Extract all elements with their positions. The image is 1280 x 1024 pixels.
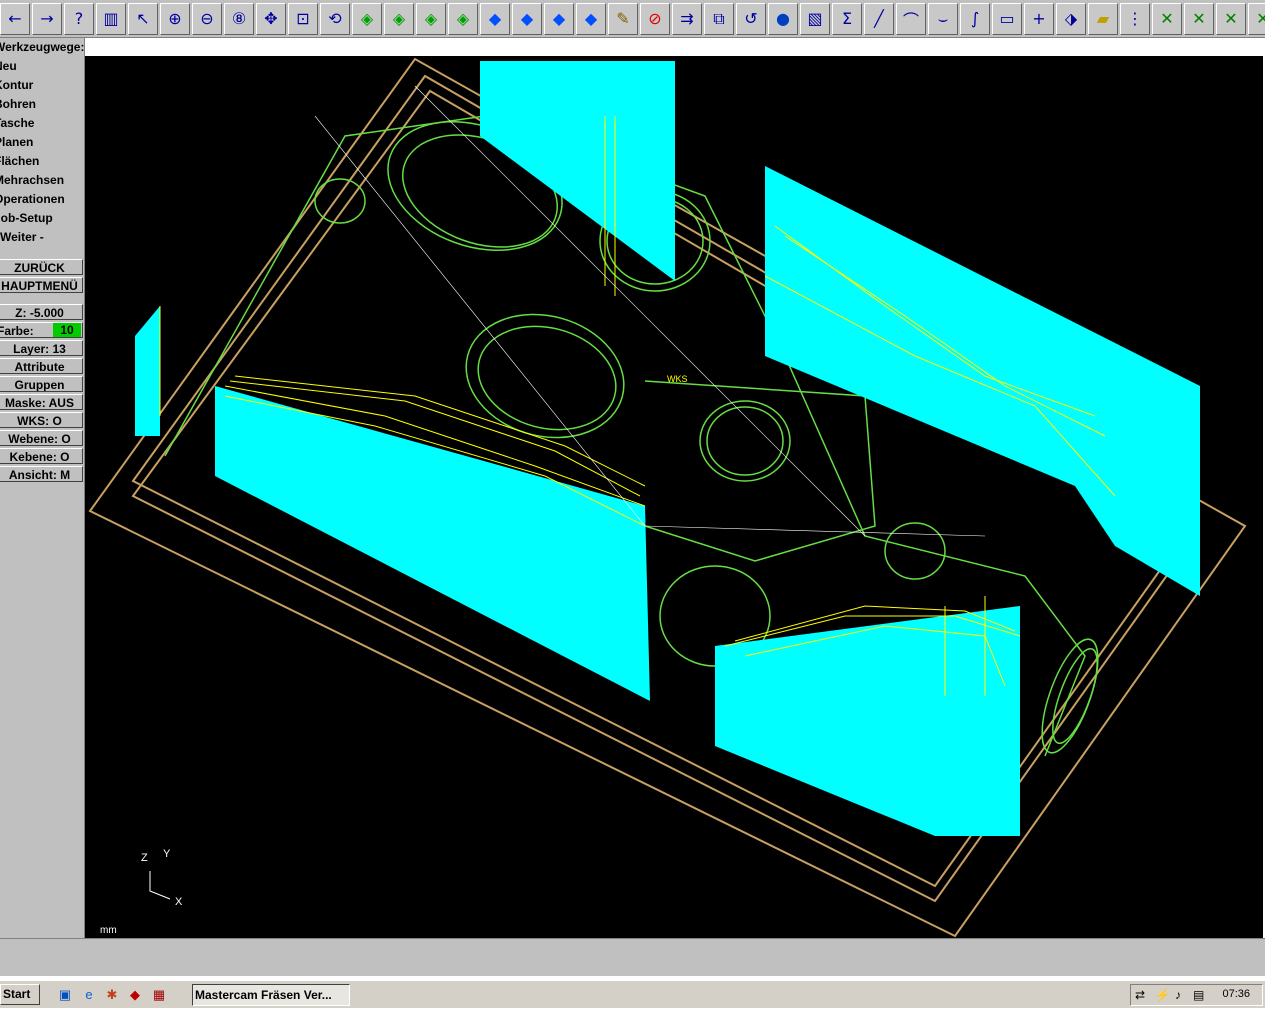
z-depth-field[interactable]: Z: -5.000 — [0, 304, 83, 320]
cube-top-icon[interactable]: ◈ — [352, 2, 382, 35]
zoom-8-icon[interactable]: ⑧ — [224, 2, 254, 35]
color-transform-icon[interactable]: ⧉ — [704, 2, 734, 35]
task-label: Mastercam Fräsen Ver... — [195, 988, 332, 1002]
color-field[interactable]: Farbe: 10 — [0, 322, 83, 338]
zoom-out-icon[interactable]: ⊖ — [192, 2, 222, 35]
trim-3-icon[interactable]: ✕ — [1216, 2, 1246, 35]
graphics-viewport[interactable]: Z Y X WKS mm — [85, 56, 1263, 938]
menu-item-weiter[interactable]: Weiter - — [0, 228, 44, 247]
quicklaunch-mastercam-icon[interactable]: ▦ — [150, 986, 168, 1004]
system-tray: ⇄ ⚡ ♪ ▤ 07:36 — [1130, 984, 1263, 1006]
arc-icon[interactable]: ⌒ — [896, 2, 926, 35]
start-label: Start — [3, 987, 31, 1001]
toolpath-drawing — [88, 57, 1247, 938]
tree-icon[interactable]: ⋮ — [1120, 2, 1150, 35]
fillet-icon[interactable]: ⌣ — [928, 2, 958, 35]
arrow-left-icon[interactable]: ← — [0, 2, 30, 35]
point-icon[interactable]: + — [1024, 2, 1054, 35]
pan-icon[interactable]: ✥ — [256, 2, 286, 35]
surface-icon[interactable]: ⬗ — [1056, 2, 1086, 35]
webene-button[interactable]: Webene: O — [0, 430, 83, 446]
groups-button[interactable]: Gruppen — [0, 376, 83, 392]
zoom-window-icon[interactable]: ⊡ — [288, 2, 318, 35]
clock: 07:36 — [1222, 988, 1250, 1000]
quicklaunch-app1-icon[interactable]: ✱ — [103, 986, 121, 1004]
tray-network-icon[interactable]: ⇄ — [1135, 988, 1145, 1002]
view-button[interactable]: Ansicht: M — [0, 466, 83, 482]
taskbar-mastercam-window[interactable]: Mastercam Fräsen Ver... — [192, 984, 350, 1006]
rotate-view-icon[interactable]: ⟲ — [320, 2, 350, 35]
taskbar: Start ▣ e ✱ ◆ ▦ Mastercam Fräsen Ver... … — [0, 980, 1265, 1008]
menu-item-tasche[interactable]: Tasche — [0, 114, 34, 133]
menu-item-kontur[interactable]: Kontur — [0, 76, 33, 95]
kebene-button[interactable]: Kebene: O — [0, 448, 83, 464]
solid-icon[interactable]: ▰ — [1088, 2, 1118, 35]
layers-icon[interactable]: ▧ — [800, 2, 830, 35]
line-icon[interactable]: ╱ — [864, 2, 894, 35]
quicklaunch-desktop-icon[interactable]: ▣ — [56, 986, 74, 1004]
no-entry-icon[interactable]: ⊘ — [640, 2, 670, 35]
wks-marker: WKS — [667, 374, 688, 384]
transform-icon[interactable]: ⇉ — [672, 2, 702, 35]
menu-item-mehrachsen[interactable]: Mehrachsen — [0, 171, 64, 190]
axis-y-label: Y — [163, 848, 171, 860]
menu-item-bohren[interactable]: Bohren — [0, 95, 36, 114]
sphere-icon[interactable]: ● — [768, 2, 798, 35]
rectangle-icon[interactable]: ▭ — [992, 2, 1022, 35]
menu-item-operationen[interactable]: Operationen — [0, 190, 65, 209]
cube-blue-4-icon[interactable]: ◆ — [576, 2, 606, 35]
back-button[interactable]: ZURÜCK — [0, 259, 83, 275]
sigma-icon[interactable]: Σ — [832, 2, 862, 35]
unit-label: mm — [100, 925, 117, 936]
wks-button[interactable]: WKS: O — [0, 412, 83, 428]
left-menu-panel: Werkzeugwege: Neu Kontur Bohren Tasche P… — [0, 38, 85, 938]
mask-button[interactable]: Maske: AUS — [0, 394, 83, 410]
trim-1-icon[interactable]: ✕ — [1152, 2, 1182, 35]
trim-2-icon[interactable]: ✕ — [1184, 2, 1214, 35]
menu-item-neu[interactable]: Neu — [0, 57, 17, 76]
main-menu-button[interactable]: HAUPTMENÜ — [0, 277, 83, 293]
quicklaunch-browser-icon[interactable]: e — [80, 986, 98, 1004]
main-toolbar: ← →? ▥ ↖ ⊕ ⊖ ⑧ ✥ ⊡ ⟲ ◈ ◈ ◈ ◈ ◆ ◆ ◆ ◆ ✎ ⊘ ⇉ ⧉ ↺ ● ▧ Σ ╱ ⌒ ⌣ ∫ ▭ + ⬗ ▰ ⋮ ✕ ✕ ✕ ✕ — [0, 0, 1278, 38]
menu-title: Werkzeugwege: — [0, 40, 85, 54]
prompt-bar — [0, 938, 1265, 976]
undo-icon[interactable]: ↺ — [736, 2, 766, 35]
toolpath-cyan — [135, 61, 1200, 836]
zoom-in-icon[interactable]: ⊕ — [160, 2, 190, 35]
cube-iso-icon[interactable]: ◈ — [448, 2, 478, 35]
help-icon[interactable]: ? — [64, 2, 94, 35]
arrow-right-icon[interactable]: → — [32, 2, 62, 35]
start-button[interactable]: Start — [0, 984, 40, 1005]
cube-blue-3-icon[interactable]: ◆ — [544, 2, 574, 35]
attribute-button[interactable]: Attribute — [0, 358, 83, 374]
layer-button[interactable]: Layer: 13 — [0, 340, 83, 356]
tray-volume-icon[interactable]: ♪ — [1175, 988, 1181, 1002]
analyze-icon[interactable]: ↖ — [128, 2, 158, 35]
menu-item-job-setup[interactable]: Job-Setup — [0, 209, 53, 228]
memory-icon[interactable]: ▥ — [96, 2, 126, 35]
tray-power-icon[interactable]: ⚡ — [1155, 988, 1170, 1002]
axis-triad-icon — [149, 871, 171, 900]
window-edge — [1265, 0, 1280, 1024]
quicklaunch-app2-icon[interactable]: ◆ — [126, 986, 144, 1004]
menu-item-flaechen[interactable]: Flächen — [0, 152, 39, 171]
cube-front-icon[interactable]: ◈ — [384, 2, 414, 35]
color-swatch[interactable]: 10 — [53, 323, 81, 337]
spline-icon[interactable]: ∫ — [960, 2, 990, 35]
cube-side-icon[interactable]: ◈ — [416, 2, 446, 35]
color-label: Farbe: — [0, 324, 34, 338]
cube-blue-2-icon[interactable]: ◆ — [512, 2, 542, 35]
cube-blue-1-icon[interactable]: ◆ — [480, 2, 510, 35]
tray-device-icon[interactable]: ▤ — [1193, 988, 1204, 1002]
pencil-icon[interactable]: ✎ — [608, 2, 638, 35]
menu-item-planen[interactable]: Planen — [0, 133, 33, 152]
